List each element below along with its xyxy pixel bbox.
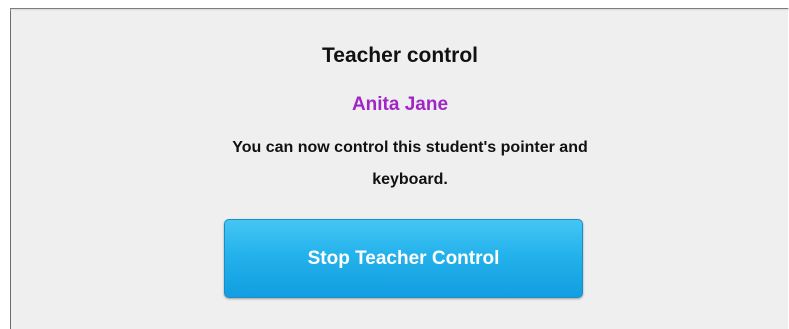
stop-teacher-control-button[interactable]: Stop Teacher Control xyxy=(224,219,583,298)
dialog-title: Teacher control xyxy=(322,44,478,67)
student-name: Anita Jane xyxy=(351,94,449,115)
control-message: You can now control this student's point… xyxy=(232,139,588,188)
panel-top-border xyxy=(10,8,789,11)
